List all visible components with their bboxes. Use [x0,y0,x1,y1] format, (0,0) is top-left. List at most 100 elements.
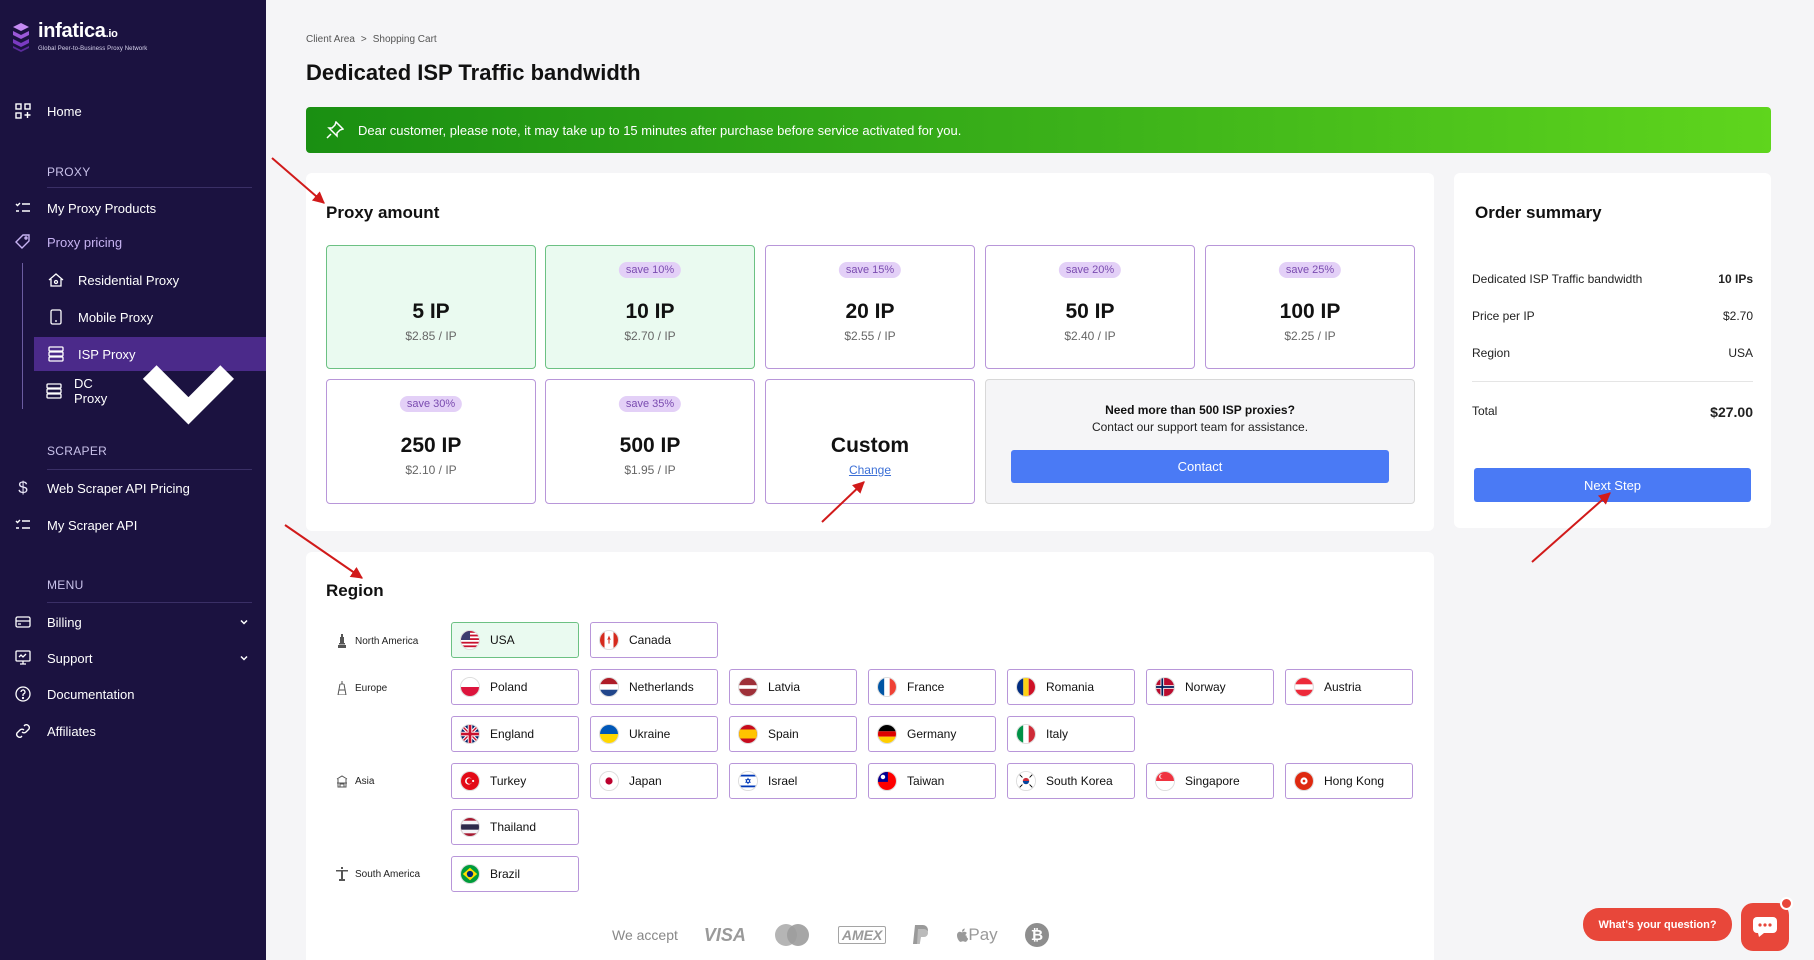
nav-my-scraper-api[interactable]: My Scraper API [0,508,266,542]
region-france[interactable]: France [868,669,996,705]
ip-option-5[interactable]: 5 IP $2.85 / IP [326,245,536,369]
region-spain[interactable]: Spain [729,716,857,752]
region-singapore[interactable]: Singapore [1146,763,1274,799]
region-ukraine[interactable]: Ukraine [590,716,718,752]
ip-option-100[interactable]: save 25% 100 IP $2.25 / IP [1205,245,1415,369]
region-name: Norway [1185,680,1226,694]
section-proxy: PROXY [47,165,91,179]
region-south-korea[interactable]: South Korea [1007,763,1135,799]
nav-documentation[interactable]: Documentation [0,677,266,711]
save-badge: save 20% [1058,262,1122,278]
region-name: Germany [907,727,957,741]
breadcrumb-shopping-cart[interactable]: Shopping Cart [373,34,437,45]
ip-amount: 50 IP [1065,300,1115,323]
region-name: Hong Kong [1324,774,1385,788]
submenu-line [22,263,23,409]
nav-my-proxy-products[interactable]: My Proxy Products [0,191,266,225]
chat-notification-dot [1780,897,1793,910]
summary-value: 10 IPs [1718,272,1753,286]
chevron-down-icon [142,364,235,425]
sidebar: infatica.io Global Peer-to-Business Prox… [0,0,266,960]
breadcrumb-client-area[interactable]: Client Area [306,34,355,45]
us-flag-icon [460,630,480,650]
nav-my-proxy-products-label: My Proxy Products [47,200,157,216]
region-israel[interactable]: Israel [729,763,857,799]
chat-prompt[interactable]: What's your question? [1583,908,1732,941]
ip-option-10[interactable]: save 10% 10 IP $2.70 / IP [545,245,755,369]
custom-label: Custom [830,434,910,457]
statue-of-liberty-icon [338,634,346,648]
nav-web-scraper-pricing[interactable]: $ Web Scraper API Pricing [0,471,266,505]
region-name: Taiwan [907,774,945,788]
region-england[interactable]: England [451,716,579,752]
ip-option-custom[interactable]: Custom Change [765,379,975,504]
region-latvia[interactable]: Latvia [729,669,857,705]
apple-icon [957,928,969,942]
ip-option-20[interactable]: save 15% 20 IP $2.55 / IP [765,245,975,369]
next-step-button[interactable]: Next Step [1474,468,1751,502]
divider [47,602,252,603]
custom-change-link[interactable]: Change [766,463,974,477]
ip-option-500[interactable]: save 35% 500 IP $1.95 / IP [545,379,755,504]
region-japan[interactable]: Japan [590,763,718,799]
amex-logo: AMEX [837,926,887,944]
summary-row-price: Price per IP $2.70 [1472,309,1753,323]
region-name: Ukraine [629,727,671,741]
region-group-south-america: South America [336,867,420,881]
region-netherlands[interactable]: Netherlands [590,669,718,705]
region-turkey[interactable]: Turkey [451,763,579,799]
ukraine-flag-icon [599,724,619,744]
nav-dc-proxy-label: DC Proxy [74,376,108,406]
nav-support[interactable]: Support [0,641,266,675]
ip-option-250[interactable]: save 30% 250 IP $2.10 / IP [326,379,536,504]
paypal-icon [913,925,929,944]
ip-amount: 20 IP [845,300,895,323]
contact-button[interactable]: Contact [1011,450,1389,483]
logo[interactable]: infatica.io Global Peer-to-Business Prox… [12,21,148,52]
nav-proxy-pricing-label: Proxy pricing [47,234,123,250]
chevron-down-icon [240,655,248,661]
region-austria[interactable]: Austria [1285,669,1413,705]
nav-billing[interactable]: Billing [0,605,266,639]
pagoda-icon [336,775,348,788]
phone-icon [46,307,66,327]
region-hong-kong[interactable]: Hong Kong [1285,763,1413,799]
region-thailand[interactable]: Thailand [451,809,579,845]
breadcrumb-separator: > [360,34,367,45]
region-brazil[interactable]: Brazil [451,856,579,892]
region-norway[interactable]: Norway [1146,669,1274,705]
ip-option-50[interactable]: save 20% 50 IP $2.40 / IP [985,245,1195,369]
chat-button[interactable] [1741,903,1789,951]
page-title: Dedicated ISP Traffic bandwidth [306,60,641,85]
brand-tagline: Global Peer-to-Business Proxy Network [38,46,148,52]
nav-billing-label: Billing [47,614,82,630]
region-italy[interactable]: Italy [1007,716,1135,752]
summary-label: Region [1472,346,1511,360]
region-name: Austria [1324,680,1362,694]
nav-affiliates[interactable]: Affiliates [0,714,266,748]
austria-flag-icon [1294,677,1314,697]
nav-dc-proxy[interactable]: DC Proxy [34,364,266,425]
germany-flag-icon [877,724,897,744]
region-germany[interactable]: Germany [868,716,996,752]
nav-residential-proxy[interactable]: Residential Proxy [34,263,266,297]
spain-flag-icon [738,724,758,744]
nav-proxy-pricing[interactable]: Proxy pricing [0,225,266,259]
region-card [306,552,1434,960]
region-romania[interactable]: Romania [1007,669,1135,705]
region-group-europe: Europe [336,681,387,695]
region-title: Region [326,581,384,600]
ip-amount: 500 IP [619,434,681,457]
region-usa[interactable]: USA [451,622,579,658]
help-circle-icon [13,684,33,704]
region-canada[interactable]: Canada [590,622,718,658]
list-check-icon [13,198,33,218]
region-taiwan[interactable]: Taiwan [868,763,996,799]
turkey-flag-icon [460,771,480,791]
section-menu: MENU [47,578,84,592]
region-name: Japan [629,774,662,788]
region-poland[interactable]: Poland [451,669,579,705]
server-icon [46,344,66,364]
list-check-icon [13,515,33,535]
nav-home[interactable]: Home [0,94,266,128]
